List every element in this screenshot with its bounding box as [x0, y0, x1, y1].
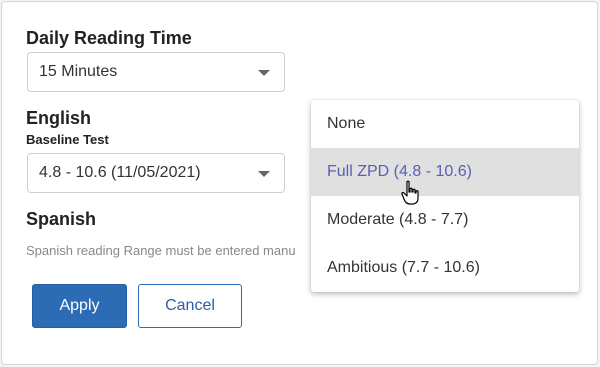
english-label: English — [26, 108, 92, 128]
dropdown-option-none[interactable]: None — [311, 100, 579, 148]
apply-button[interactable]: Apply — [32, 284, 127, 328]
spanish-note: Spanish reading Range must be entered ma… — [26, 243, 296, 258]
dropdown-option-ambitious[interactable]: Ambitious (7.7 - 10.6) — [311, 244, 579, 292]
spanish-label: Spanish — [26, 209, 97, 229]
english-range-value: 4.8 - 10.6 (11/05/2021) — [39, 164, 201, 181]
daily-reading-time-select[interactable]: 15 Minutes — [27, 52, 285, 92]
chevron-down-icon — [258, 171, 270, 177]
dropdown-option-full-zpd[interactable]: Full ZPD (4.8 - 10.6) — [311, 148, 579, 196]
range-dropdown-menu: None Full ZPD (4.8 - 10.6) Moderate (4.8… — [311, 100, 579, 292]
chevron-down-icon — [258, 70, 270, 76]
daily-reading-time-value: 15 Minutes — [39, 63, 118, 80]
daily-reading-time-label: Daily Reading Time — [26, 28, 192, 48]
hand-pointer-icon — [401, 180, 419, 205]
cancel-button[interactable]: Cancel — [138, 284, 242, 328]
dropdown-option-moderate[interactable]: Moderate (4.8 - 7.7) — [311, 196, 579, 244]
english-range-select[interactable]: 4.8 - 10.6 (11/05/2021) — [27, 153, 285, 193]
baseline-test-label: Baseline Test — [26, 132, 109, 147]
